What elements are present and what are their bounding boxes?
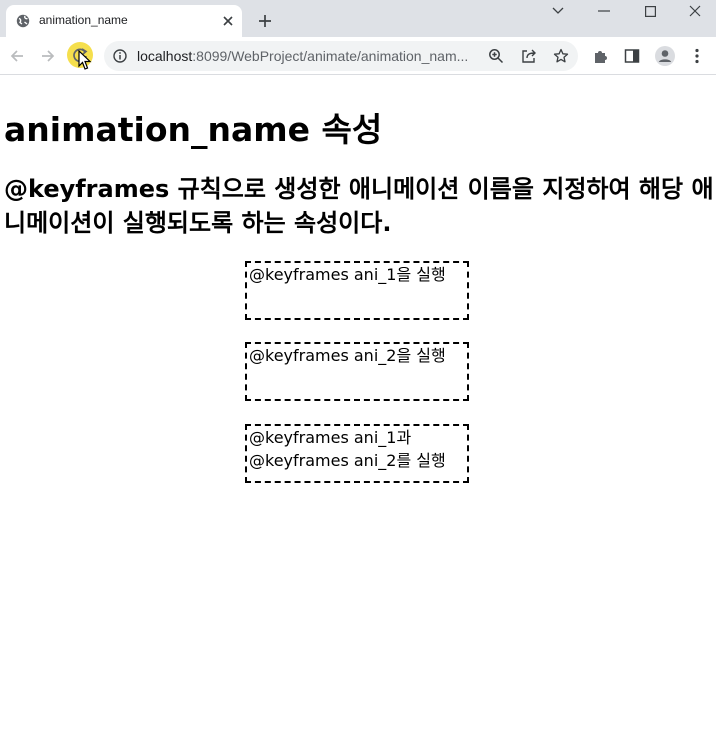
- more-vert-icon: [695, 48, 699, 64]
- menu-button[interactable]: [688, 47, 706, 65]
- zoom-icon: [489, 49, 504, 64]
- arrow-right-icon: [42, 50, 55, 62]
- globe-icon: [16, 14, 30, 28]
- page-description: @keyframes 규칙으로 생성한 애니메이션 이름을 지정하여 해당 애니…: [4, 175, 714, 237]
- close-window-button[interactable]: [672, 0, 716, 22]
- animation-box-1: @keyframes ani_1을 실행: [245, 261, 469, 320]
- back-button[interactable]: [4, 43, 30, 69]
- side-panel-button[interactable]: [623, 47, 641, 65]
- address-bar[interactable]: localhost:8099/WebProject/animate/animat…: [104, 41, 578, 71]
- avatar-icon: [655, 46, 675, 66]
- tab-search-button[interactable]: [535, 0, 581, 22]
- tab-strip: animation_name: [0, 0, 716, 37]
- share-icon: [522, 49, 536, 63]
- animation-box-3: @keyframes ani_1과 @keyframes ani_2를 실행: [245, 424, 469, 483]
- box-text: @keyframes ani_1을 실행: [249, 265, 446, 284]
- minimize-button[interactable]: [581, 0, 627, 22]
- tab-close-button[interactable]: [219, 12, 237, 30]
- star-icon: [553, 48, 569, 63]
- puzzle-icon: [595, 51, 607, 63]
- browser-tab[interactable]: animation_name: [6, 5, 242, 37]
- profile-button[interactable]: [654, 45, 676, 67]
- chevron-down-icon: [552, 7, 564, 14]
- box-text-line-2: @keyframes ani_2를 실행: [249, 451, 446, 470]
- url-path: :8099/WebProject/animate/animation_nam..…: [192, 48, 469, 64]
- box-text: @keyframes ani_2을 실행: [249, 346, 446, 365]
- close-icon: [689, 5, 701, 17]
- extensions-button[interactable]: [592, 47, 610, 65]
- animation-box-2: @keyframes ani_2을 실행: [245, 342, 469, 401]
- plus-icon: [259, 15, 271, 27]
- share-button[interactable]: [520, 47, 538, 65]
- url-host: localhost: [137, 48, 193, 64]
- mouse-cursor-icon: [78, 50, 92, 70]
- tab-title: animation_name: [39, 13, 128, 27]
- zoom-button[interactable]: [487, 47, 505, 65]
- info-icon: [113, 49, 127, 63]
- minimize-icon: [598, 10, 610, 12]
- forward-button[interactable]: [35, 43, 61, 69]
- arrow-left-icon: [10, 50, 23, 62]
- side-panel-icon: [624, 49, 640, 63]
- page-title: animation_name 속성: [4, 110, 383, 149]
- close-icon: [223, 16, 233, 26]
- url-text: localhost:8099/WebProject/animate/animat…: [137, 48, 477, 64]
- browser-toolbar: localhost:8099/WebProject/animate/animat…: [0, 37, 716, 75]
- maximize-icon: [644, 5, 656, 17]
- maximize-button[interactable]: [627, 0, 673, 22]
- box-text-line-1: @keyframes ani_1과: [249, 428, 412, 447]
- bookmark-button[interactable]: [552, 47, 570, 65]
- new-tab-button[interactable]: [254, 10, 276, 32]
- page-content: animation_name 속성 @keyframes 규칙으로 생성한 애니…: [0, 76, 716, 755]
